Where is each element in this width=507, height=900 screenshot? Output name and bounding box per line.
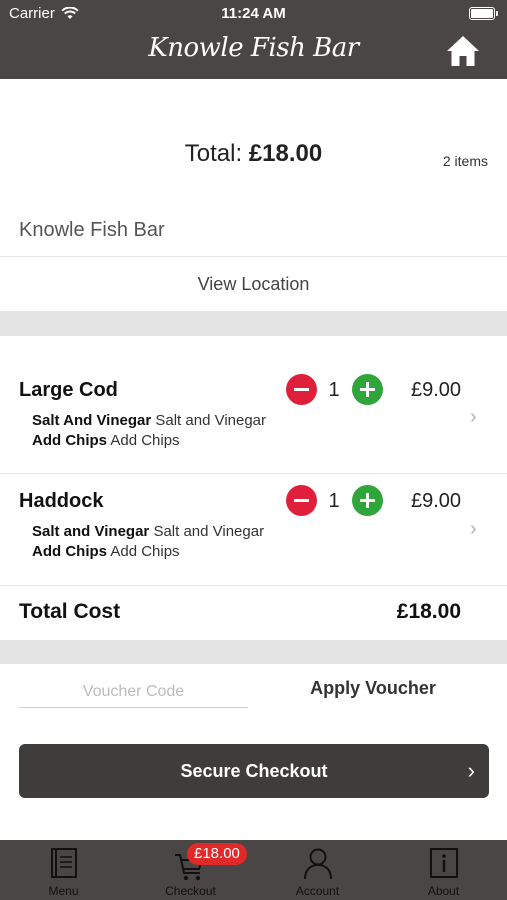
info-icon bbox=[430, 848, 458, 878]
tab-label: Account bbox=[295, 884, 340, 898]
item-option: Add Chips Add Chips bbox=[32, 432, 180, 449]
order-total: Total: £18.00 bbox=[0, 140, 507, 168]
total-prefix: Total: bbox=[184, 140, 249, 167]
cart-item[interactable]: Large Cod 1 £9.00 Salt And Vinegar Salt … bbox=[0, 336, 507, 473]
brand-logo: Knowle Fish Bar bbox=[148, 33, 359, 63]
option-value: Salt and Vinegar bbox=[153, 523, 265, 540]
divider bbox=[0, 585, 507, 586]
cart-item[interactable]: Haddock 1 £9.00 Salt and Vinegar Salt an… bbox=[0, 474, 507, 585]
battery-icon bbox=[469, 7, 498, 20]
option-label: Add Chips bbox=[32, 432, 107, 449]
total-cost-label: Total Cost bbox=[19, 600, 121, 623]
option-label: Salt and Vinegar bbox=[32, 523, 150, 540]
cart-total-badge: £18.00 bbox=[187, 843, 247, 865]
item-name: Large Cod bbox=[19, 379, 118, 401]
total-cost-value: £18.00 bbox=[396, 600, 461, 623]
increase-quantity-button[interactable] bbox=[352, 485, 383, 516]
increase-quantity-button[interactable] bbox=[352, 374, 383, 405]
tab-bar: Menu Checkout Account About bbox=[0, 840, 507, 900]
apply-voucher-button[interactable]: Apply Voucher bbox=[286, 678, 460, 699]
home-icon[interactable] bbox=[445, 33, 481, 69]
menu-book-icon bbox=[51, 848, 77, 878]
item-name: Haddock bbox=[19, 490, 104, 512]
section-gap bbox=[0, 640, 507, 664]
shop-name: Knowle Fish Bar bbox=[19, 219, 165, 241]
decrease-quantity-button[interactable] bbox=[286, 374, 317, 405]
chevron-right-icon[interactable]: › bbox=[470, 518, 477, 541]
item-quantity: 1 bbox=[328, 490, 340, 512]
chevron-right-icon[interactable]: › bbox=[470, 406, 477, 429]
tab-label: Checkout bbox=[165, 884, 216, 898]
item-quantity: 1 bbox=[328, 379, 340, 401]
section-gap bbox=[0, 311, 507, 336]
view-location-button[interactable]: View Location bbox=[0, 257, 507, 311]
tab-label: Menu bbox=[48, 884, 79, 898]
decrease-quantity-button[interactable] bbox=[286, 485, 317, 516]
item-option: Salt And Vinegar Salt and Vinegar bbox=[32, 412, 266, 429]
checkout-label: Secure Checkout bbox=[180, 761, 328, 781]
tab-label: About bbox=[427, 884, 460, 898]
option-label: Add Chips bbox=[32, 543, 107, 560]
item-option: Add Chips Add Chips bbox=[32, 543, 180, 560]
item-price: £9.00 bbox=[411, 490, 462, 512]
tab-about[interactable]: About bbox=[380, 840, 507, 900]
chevron-right-icon: › bbox=[467, 758, 475, 783]
option-label: Salt And Vinegar bbox=[32, 412, 152, 429]
item-price: £9.00 bbox=[411, 379, 462, 401]
tab-menu[interactable]: Menu bbox=[0, 840, 127, 900]
option-value: Add Chips bbox=[110, 543, 180, 560]
option-value: Salt and Vinegar bbox=[155, 412, 267, 429]
voucher-code-input[interactable] bbox=[19, 677, 248, 708]
secure-checkout-button[interactable]: Secure Checkout › bbox=[19, 744, 489, 798]
top-bar: Carrier 11:24 AM Knowle Fish Bar bbox=[0, 0, 507, 79]
option-value: Add Chips bbox=[110, 432, 180, 449]
status-time: 11:24 AM bbox=[221, 5, 286, 22]
user-icon bbox=[304, 848, 332, 880]
items-count: 2 items bbox=[442, 153, 488, 169]
tab-account[interactable]: Account bbox=[254, 840, 381, 900]
total-value: £18.00 bbox=[248, 140, 323, 167]
item-option: Salt and Vinegar Salt and Vinegar bbox=[32, 523, 264, 540]
